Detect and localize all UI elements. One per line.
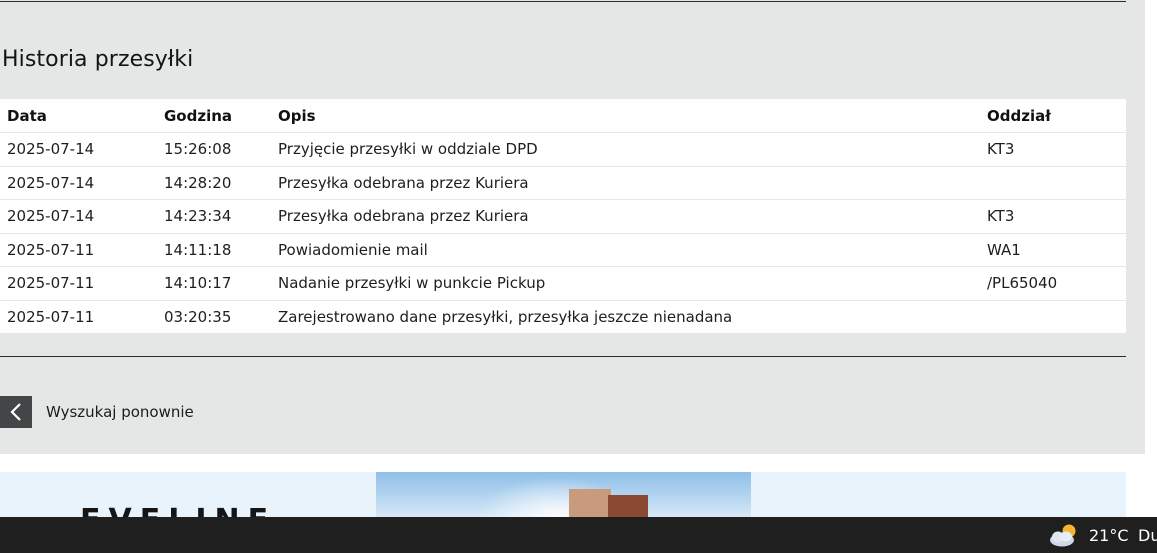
top-divider <box>0 1 1126 2</box>
table-row: 2025-07-14 15:26:08 Przyjęcie przesyłki … <box>0 132 1126 167</box>
cell-description: Nadanie przesyłki w punkcie Pickup <box>278 266 986 301</box>
cell-date: 2025-07-11 <box>0 233 156 267</box>
cell-time: 14:23:34 <box>156 199 278 234</box>
ad-banner[interactable]: EVELINE <box>0 472 1126 517</box>
header-description: Opis <box>278 99 986 133</box>
cell-time: 14:28:20 <box>156 166 278 200</box>
cell-time: 03:20:35 <box>156 300 278 334</box>
cell-date: 2025-07-11 <box>0 266 156 301</box>
bottom-divider <box>0 356 1126 357</box>
cell-branch <box>986 300 1126 334</box>
chevron-left-icon <box>10 403 21 421</box>
header-date: Data <box>0 99 156 133</box>
banner-brand-logo: EVELINE <box>80 506 295 517</box>
cell-date: 2025-07-14 <box>0 199 156 234</box>
weather-description[interactable]: Du <box>1138 526 1157 545</box>
search-again-link[interactable]: Wyszukaj ponownie <box>46 403 194 421</box>
cell-time: 14:11:18 <box>156 233 278 267</box>
cell-description: Przesyłka odebrana przez Kuriera <box>278 166 986 200</box>
taskbar <box>0 517 1157 553</box>
table-row: 2025-07-11 03:20:35 Zarejestrowano dane … <box>0 300 1126 334</box>
cell-branch: /PL65040 <box>986 266 1126 301</box>
cell-description: Przesyłka odebrana przez Kuriera <box>278 199 986 234</box>
cell-description: Przyjęcie przesyłki w oddziale DPD <box>278 132 986 167</box>
table-header-row: Data Godzina Opis Oddział <box>0 99 1126 133</box>
cell-date: 2025-07-14 <box>0 132 156 167</box>
cell-branch: KT3 <box>986 132 1126 167</box>
weather-temperature[interactable]: 21°C <box>1089 526 1129 545</box>
cell-description: Powiadomienie mail <box>278 233 986 267</box>
table-row: 2025-07-11 14:10:17 Nadanie przesyłki w … <box>0 266 1126 301</box>
cell-date: 2025-07-14 <box>0 166 156 200</box>
cell-description: Zarejestrowano dane przesyłki, przesyłka… <box>278 300 986 334</box>
cell-branch <box>986 166 1126 200</box>
header-time: Godzina <box>156 99 278 133</box>
shipment-history-table: Data Godzina Opis Oddział 2025-07-14 15:… <box>0 99 1126 334</box>
cell-time: 14:10:17 <box>156 266 278 301</box>
section-title: Historia przesyłki <box>2 47 194 72</box>
search-again-button[interactable] <box>0 396 32 428</box>
partly-cloudy-icon[interactable] <box>1048 522 1080 548</box>
header-branch: Oddział <box>986 99 1126 133</box>
cell-time: 15:26:08 <box>156 132 278 167</box>
cell-branch: WA1 <box>986 233 1126 267</box>
cell-date: 2025-07-11 <box>0 300 156 334</box>
banner-image <box>376 472 751 517</box>
table-row: 2025-07-11 14:11:18 Powiadomienie mail W… <box>0 233 1126 267</box>
table-row: 2025-07-14 14:28:20 Przesyłka odebrana p… <box>0 166 1126 200</box>
table-row: 2025-07-14 14:23:34 Przesyłka odebrana p… <box>0 199 1126 234</box>
cell-branch: KT3 <box>986 199 1126 234</box>
